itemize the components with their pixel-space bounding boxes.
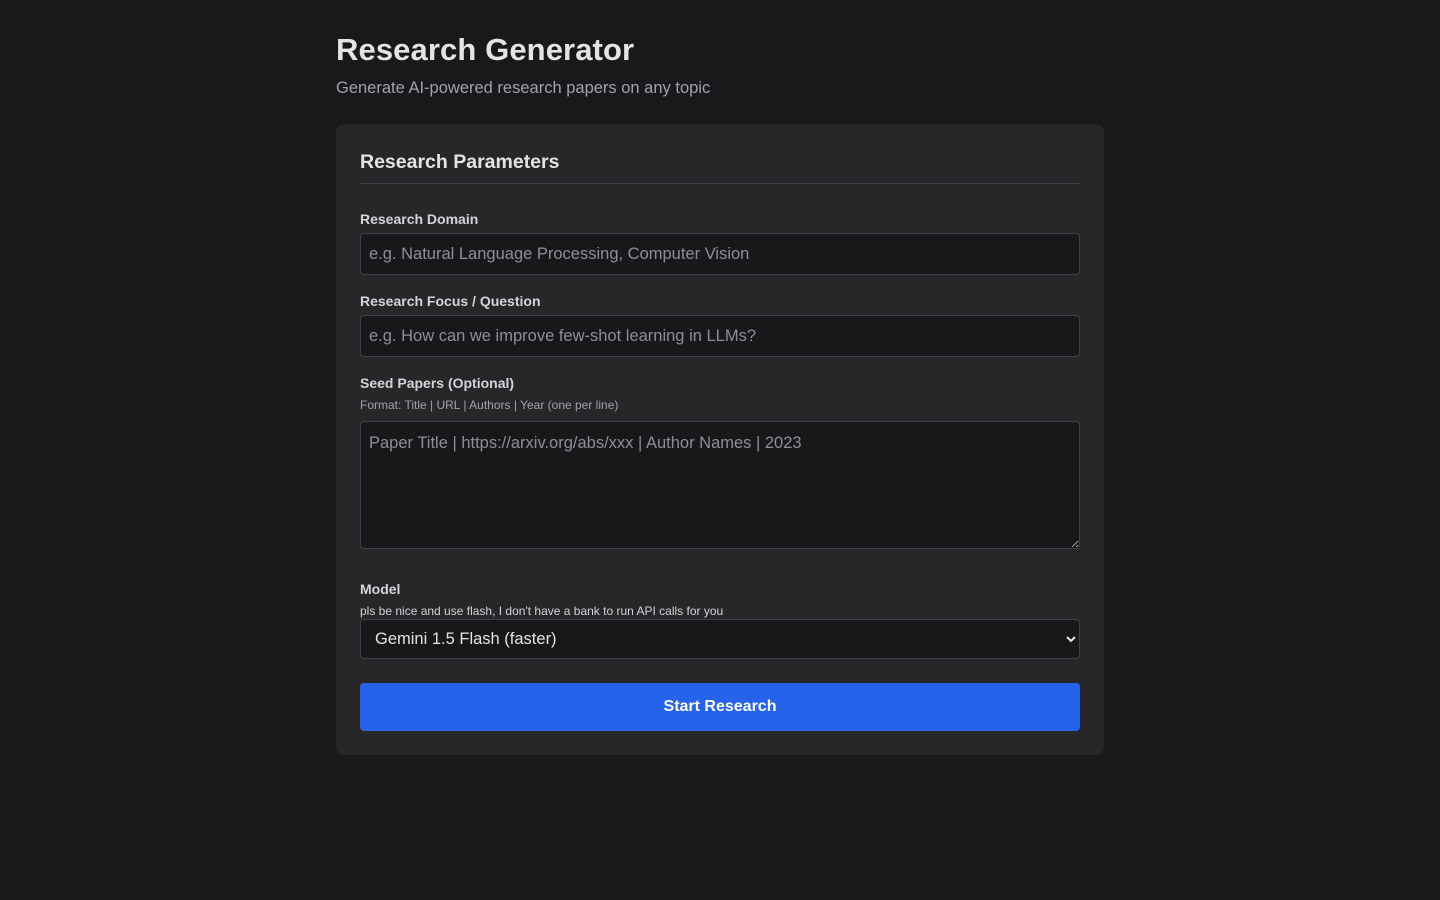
- seed-papers-textarea[interactable]: [360, 421, 1080, 549]
- page-title: Research Generator: [336, 32, 635, 67]
- seed-papers-hint: Format: Title | URL | Authors | Year (on…: [360, 398, 619, 412]
- model-hint: pls be nice and use flash, I don't have …: [360, 604, 724, 618]
- section-divider: [360, 183, 1080, 184]
- research-domain-label: Research Domain: [360, 211, 479, 227]
- section-title: Research Parameters: [360, 151, 560, 173]
- research-parameters-card: Research Parameters Research Domain Rese…: [336, 124, 1104, 755]
- research-focus-label: Research Focus / Question: [360, 293, 541, 309]
- model-label: Model: [360, 581, 401, 597]
- seed-papers-label: Seed Papers (Optional): [360, 375, 515, 391]
- research-focus-input[interactable]: [360, 315, 1080, 357]
- start-research-button[interactable]: Start Research: [360, 683, 1080, 731]
- page-subtitle: Generate AI-powered research papers on a…: [336, 79, 711, 97]
- model-select[interactable]: Gemini 1.5 Flash (faster): [360, 619, 1080, 659]
- research-domain-input[interactable]: [360, 233, 1080, 275]
